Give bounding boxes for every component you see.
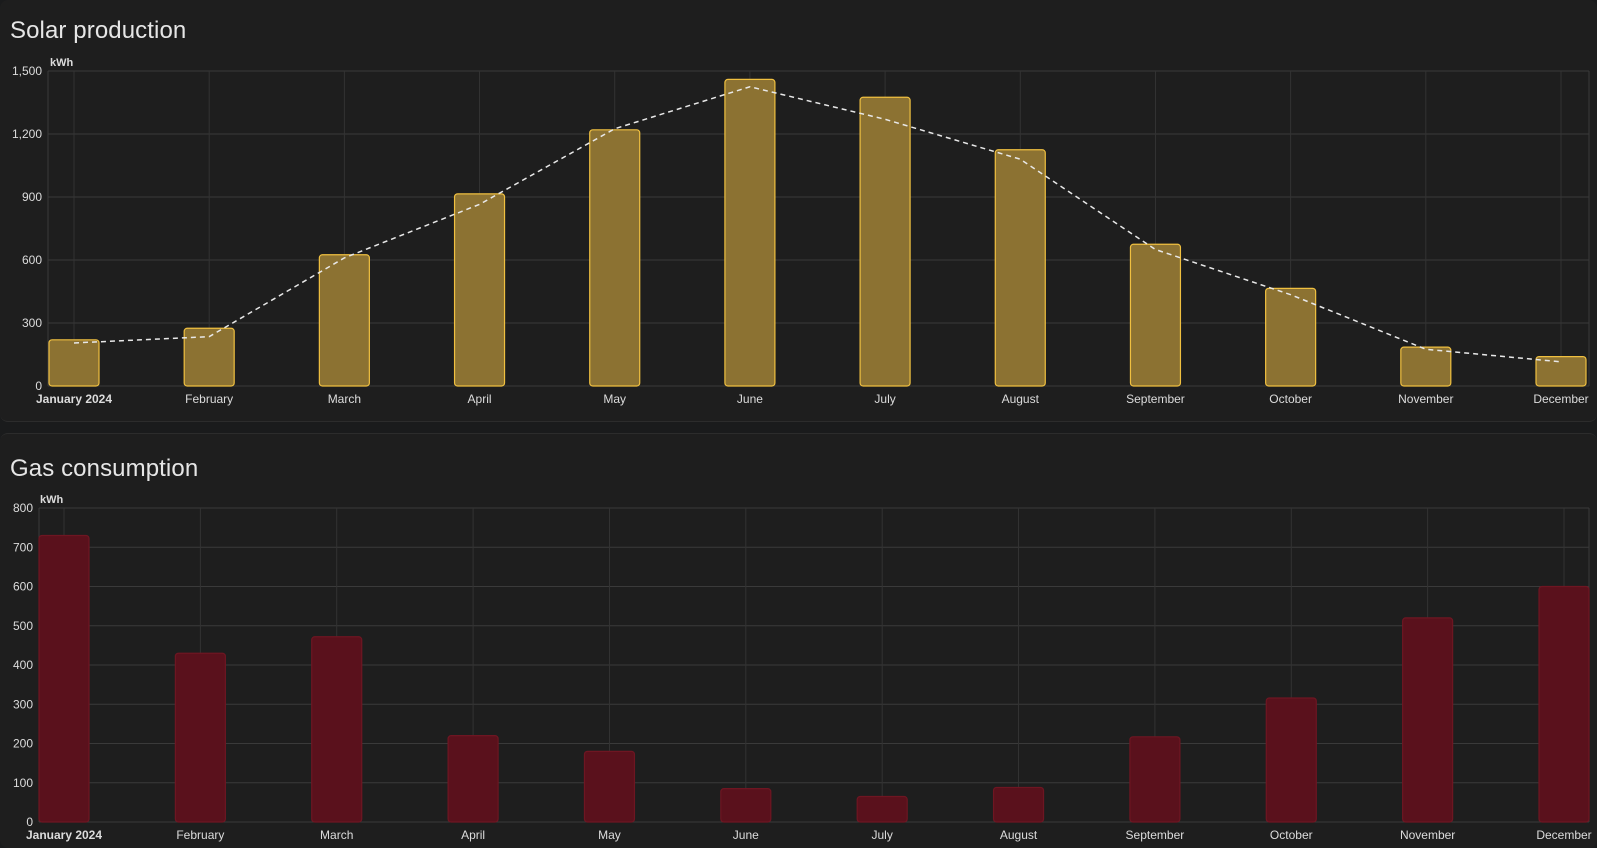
bar (311, 636, 363, 823)
x-tick-label: September (1126, 828, 1185, 842)
bar (1129, 736, 1181, 823)
bar (48, 339, 100, 387)
bar (318, 254, 370, 387)
x-tick-label: February (185, 392, 233, 406)
x-tick-label: April (468, 392, 492, 406)
bar (724, 78, 776, 387)
x-tick-label: November (1398, 392, 1453, 406)
y-unit-label: kWh (40, 494, 64, 506)
solar-production-chart[interactable]: 0 300 600 900 1,200 1,500 January 2024 February… (0, 0, 1597, 421)
bar (856, 795, 908, 823)
bar (1402, 617, 1454, 823)
x-tick-label: December (1533, 392, 1588, 406)
y-tick-label: 600 (13, 580, 33, 594)
x-tick-label: May (598, 828, 621, 842)
y-tick-label: 700 (13, 540, 33, 554)
y-tick-label: 100 (13, 776, 33, 790)
x-tick-label: January 2024 (36, 392, 112, 406)
x-tick-label: September (1126, 392, 1185, 406)
x-tick-label: July (872, 828, 893, 842)
bar (859, 96, 911, 387)
x-tick-label: May (603, 392, 626, 406)
y-tick-label: 300 (13, 697, 33, 711)
y-unit-label: kWh (50, 57, 74, 69)
bar (174, 652, 226, 823)
bar (1400, 346, 1452, 387)
x-tick-label: August (1002, 392, 1040, 406)
y-tick-label: 0 (26, 815, 33, 829)
y-tick-label: 500 (13, 619, 33, 633)
bar (583, 750, 636, 823)
bar (1535, 356, 1587, 387)
y-tick-label: 800 (13, 501, 33, 515)
bar (589, 129, 641, 387)
bar (1265, 697, 1317, 823)
gas-consumption-chart[interactable]: 0 100 200 300 400 500 600 700 800 January 2024 Feb… (0, 434, 1597, 848)
bar (992, 786, 1045, 823)
y-tick-label: 900 (22, 190, 42, 204)
bar (453, 193, 506, 387)
bar (1129, 243, 1182, 387)
y-tick-label: 0 (35, 379, 42, 393)
x-tick-label: June (733, 828, 759, 842)
y-tick-label: 1,500 (12, 64, 42, 78)
bar (1538, 585, 1590, 823)
bar (720, 788, 772, 823)
x-tick-label: July (874, 392, 895, 406)
x-tick-label: June (737, 392, 763, 406)
x-tick-label: January 2024 (26, 828, 102, 842)
x-tick-label: October (1270, 828, 1313, 842)
x-tick-label: December (1536, 828, 1591, 842)
y-tick-label: 1,200 (12, 127, 42, 141)
x-tick-label: November (1400, 828, 1455, 842)
bar (1265, 287, 1317, 387)
trend-line (73, 85, 1562, 363)
y-tick-label: 400 (13, 658, 33, 672)
x-tick-label: February (176, 828, 224, 842)
x-tick-label: March (320, 828, 353, 842)
bar (38, 534, 90, 823)
x-tick-label: August (1000, 828, 1038, 842)
x-tick-label: April (461, 828, 485, 842)
bar (447, 735, 499, 823)
solar-production-card: Solar production 0 300 600 900 1,200 1,500 Jan… (0, 0, 1597, 422)
x-tick-label: October (1269, 392, 1312, 406)
bar (994, 149, 1046, 387)
gas-consumption-card: Gas consumption 0 100 200 300 400 500 600 700 80… (0, 433, 1597, 848)
y-tick-label: 300 (22, 316, 42, 330)
x-tick-label: March (328, 392, 361, 406)
y-tick-label: 600 (22, 253, 42, 267)
y-tick-label: 200 (13, 737, 33, 751)
